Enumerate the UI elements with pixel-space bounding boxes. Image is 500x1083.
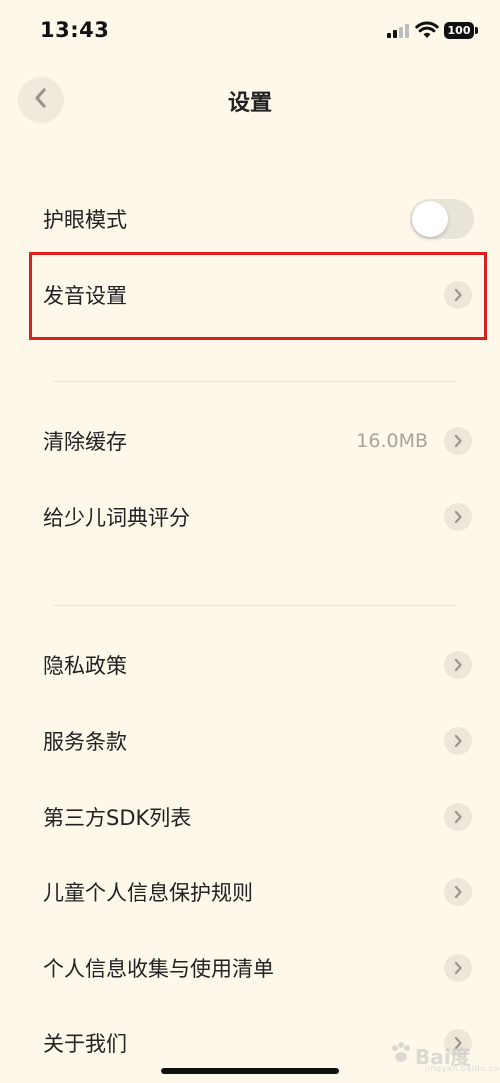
- paw-icon: [389, 1041, 413, 1069]
- status-bar: 13:43 100: [0, 0, 500, 60]
- eye-mode-label: 护眼模式: [43, 208, 127, 232]
- info-collection-label: 个人信息收集与使用清单: [43, 957, 274, 981]
- home-indicator[interactable]: [161, 1068, 339, 1074]
- chevron-right-icon: [444, 427, 472, 455]
- row-privacy-policy[interactable]: 隐私政策: [0, 630, 500, 700]
- status-time: 13:43: [40, 18, 110, 42]
- chevron-right-icon: [444, 878, 472, 906]
- chevron-right-icon: [444, 803, 472, 831]
- divider: [52, 605, 458, 606]
- row-terms-of-service[interactable]: 服务条款: [0, 706, 500, 776]
- child-privacy-label: 儿童个人信息保护规则: [43, 881, 253, 905]
- chevron-right-icon: [444, 503, 472, 531]
- row-info-collection-list[interactable]: 个人信息收集与使用清单: [0, 933, 500, 1003]
- row-rate-app[interactable]: 给少儿词典评分: [0, 482, 500, 552]
- row-clear-cache[interactable]: 清除缓存 16.0MB: [0, 406, 500, 476]
- chevron-right-icon: [444, 651, 472, 679]
- sdk-list-label: 第三方SDK列表: [43, 806, 192, 830]
- settings-screen: 13:43 100 设置 护眼模式 发音设置 清除缓存 16.0MB 给少儿词典…: [0, 0, 500, 1083]
- cellular-signal-icon: [387, 24, 409, 38]
- cache-size-value: 16.0MB: [356, 430, 428, 452]
- page-title: 设置: [227, 91, 272, 116]
- row-third-party-sdk[interactable]: 第三方SDK列表: [0, 782, 500, 852]
- rate-app-label: 给少儿词典评分: [43, 506, 190, 530]
- eye-mode-toggle[interactable]: [410, 199, 474, 239]
- about-us-label: 关于我们: [43, 1032, 127, 1056]
- wifi-icon: [415, 20, 439, 40]
- terms-label: 服务条款: [43, 730, 127, 754]
- battery-tip: [475, 27, 478, 34]
- clear-cache-label: 清除缓存: [43, 430, 127, 454]
- chevron-right-icon: [444, 954, 472, 982]
- toggle-knob: [412, 201, 448, 237]
- row-child-privacy-rules[interactable]: 儿童个人信息保护规则: [0, 857, 500, 927]
- divider: [52, 381, 458, 382]
- chevron-right-icon: [444, 727, 472, 755]
- watermark-logo: Bai度 jingyan.baidu.com: [385, 1035, 500, 1075]
- row-eye-mode: 护眼模式: [0, 184, 500, 254]
- highlight-box: [29, 252, 487, 340]
- privacy-policy-label: 隐私政策: [43, 654, 127, 678]
- battery-icon: 100: [444, 22, 474, 39]
- watermark-sub: jingyan.baidu.com: [425, 1064, 500, 1073]
